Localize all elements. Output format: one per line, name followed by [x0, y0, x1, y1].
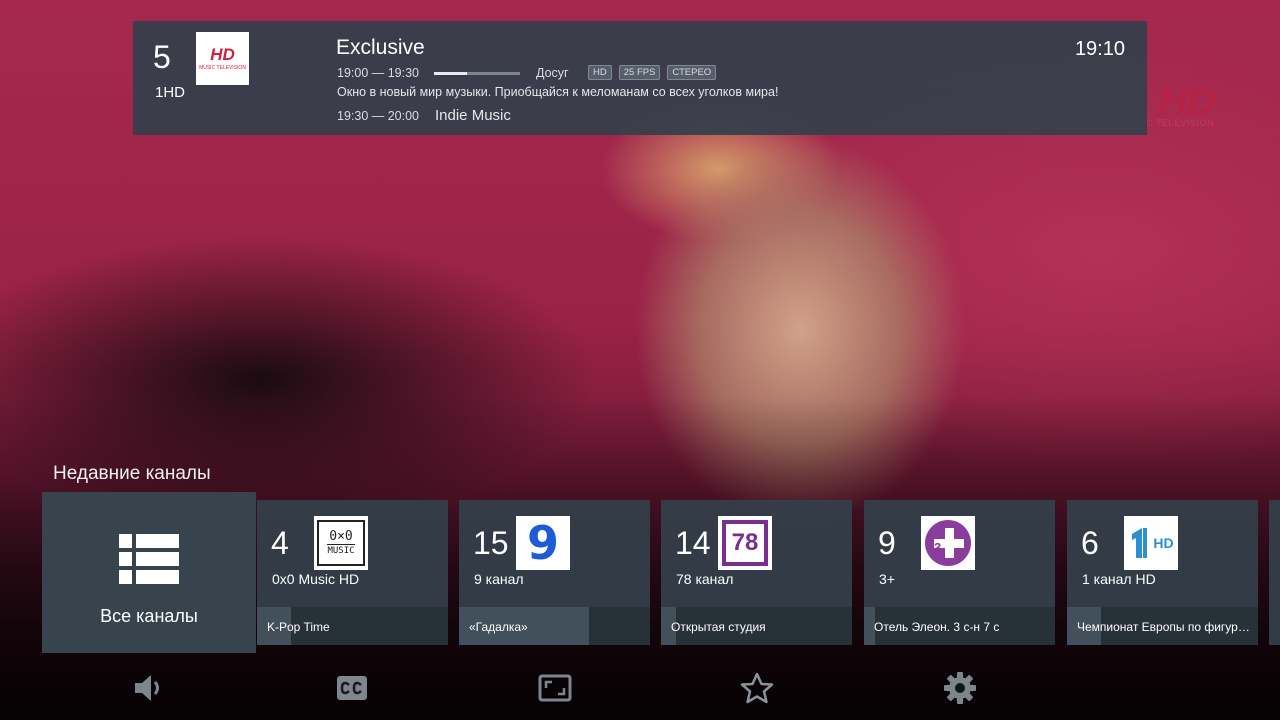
subtitles-icon[interactable] [334, 670, 370, 706]
channel-number: 9 [878, 525, 896, 561]
channel-name: 3+ [879, 571, 895, 587]
program-description: Окно в новый мир музыки. Приобщайся к ме… [337, 85, 779, 99]
current-program-title: K-Pop Time [267, 620, 330, 634]
badge-hd: HD [588, 65, 612, 80]
all-channels-button[interactable]: Все каналы [42, 492, 256, 653]
program-progress-fill [434, 72, 467, 75]
clock: 19:10 [1074, 38, 1125, 60]
current-program: «Гадалка» [459, 607, 650, 645]
channel-info-bar: 5 1HD HD MUSIC TELEVISION Exclusive 19:0… [133, 21, 1147, 135]
favorite-star-icon[interactable] [739, 670, 775, 706]
1kanal-hd-logo: HD [1124, 516, 1178, 570]
9-kanal-logo: 9 [516, 516, 570, 570]
channel-name: 1 канал HD [1082, 571, 1156, 587]
channel-number: 4 [271, 525, 289, 561]
channel-name: 78 канал [676, 571, 734, 587]
all-channels-label: Все каналы [100, 606, 198, 626]
badge-audio: СТЕРЕО [667, 65, 717, 80]
channel-number: 14 [675, 525, 711, 561]
recent-channel-card-partial[interactable] [1269, 500, 1280, 645]
current-program-title: Отель Элеон. 3 с-н 7 с [874, 620, 1000, 634]
78-kanal-logo: 78 [718, 516, 772, 570]
current-channel-number: 5 [153, 39, 171, 75]
program-title: Exclusive [336, 36, 425, 59]
0x0-music-logo: 0×0 MUSIC [314, 516, 368, 570]
aspect-ratio-icon[interactable] [537, 670, 573, 706]
recent-channel-card[interactable]: 15 9 9 канал «Гадалка» [459, 500, 650, 645]
current-program-title: Открытая студия [671, 620, 766, 634]
current-program: Отель Элеон. 3 с-н 7 с [864, 607, 1055, 645]
program-badges: HD 25 FPS СТЕРЕО [588, 65, 717, 80]
program-genre: Досуг [536, 66, 569, 80]
recent-channel-card[interactable]: 14 78 78 канал Открытая студия [661, 500, 852, 645]
current-program: K-Pop Time [257, 607, 448, 645]
channel-name: 9 канал [474, 571, 524, 587]
settings-gear-icon[interactable] [942, 670, 978, 706]
current-program: Открытая студия [661, 607, 852, 645]
volume-icon[interactable] [131, 670, 167, 706]
channel-number: 15 [473, 525, 509, 561]
recent-channels-heading: Недавние каналы [53, 463, 211, 484]
current-channel-name: 1HD [155, 84, 186, 101]
current-program: Чемпионат Европы по фигурному катанию [1067, 607, 1258, 645]
channel-list-icon [119, 534, 179, 584]
channel-number: 6 [1081, 525, 1099, 561]
player-controls [0, 665, 1280, 710]
current-channel-logo: HD MUSIC TELEVISION [196, 32, 249, 85]
program-time: 19:00 — 19:30 [337, 66, 420, 80]
recent-channel-card[interactable]: 9 3 3+ Отель Элеон. 3 с-н 7 с [864, 500, 1055, 645]
badge-fps: 25 FPS [618, 65, 661, 80]
next-program-title: Indie Music [435, 107, 511, 124]
next-program-time: 19:30 — 20:00 [337, 109, 420, 123]
recent-channel-card[interactable]: 4 0×0 MUSIC 0x0 Music HD K-Pop Time [257, 500, 448, 645]
program-progress-bar [434, 72, 520, 75]
channel-name: 0x0 Music HD [272, 571, 360, 587]
current-program-title: Чемпионат Европы по фигурному катанию [1077, 620, 1252, 634]
recent-channel-card[interactable]: 6 HD 1 канал HD Чемпионат Европы по фигу… [1067, 500, 1258, 645]
3plus-logo: 3 [921, 516, 975, 570]
current-program-title: «Гадалка» [469, 620, 528, 634]
